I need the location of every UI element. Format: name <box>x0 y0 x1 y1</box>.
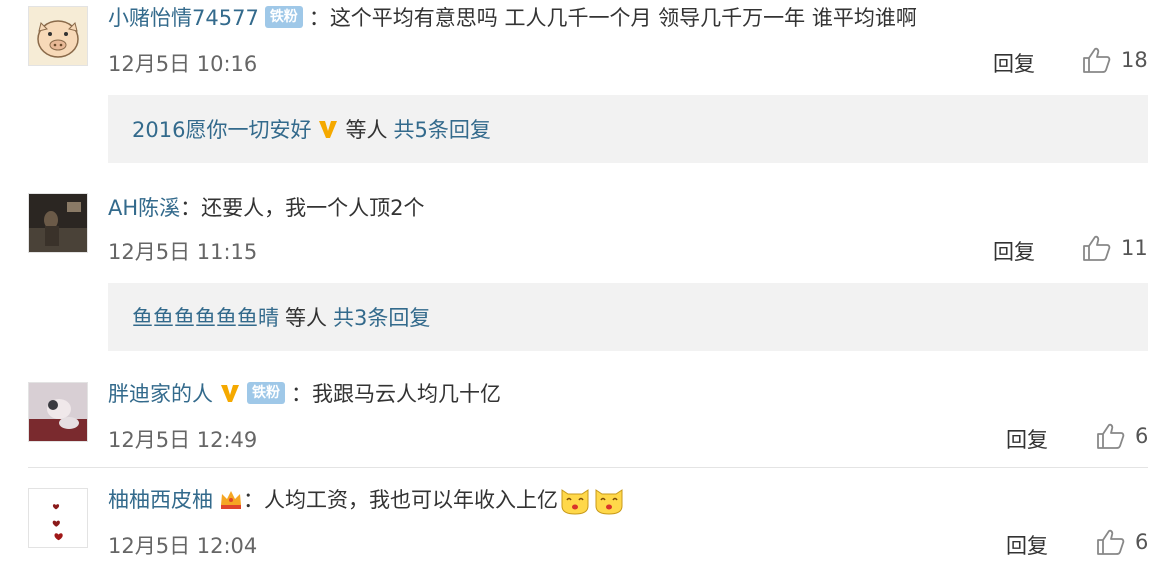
reply-button[interactable]: 回复 <box>1006 530 1048 560</box>
like-button[interactable]: 11 <box>1081 234 1148 262</box>
username[interactable]: 柚柚西皮柚 <box>108 484 213 514</box>
like-count: 11 <box>1121 236 1148 260</box>
timestamp: 12月5日 10:16 <box>108 52 258 76</box>
photo-avatar-icon <box>29 194 87 252</box>
thumbs-up-icon <box>1083 47 1111 73</box>
colon: ： <box>291 382 312 406</box>
reply-button[interactable]: 回复 <box>993 236 1035 266</box>
cat-face-emoji <box>595 489 623 515</box>
comment-line: AH陈溪 ： 还要人，我一个人顶2个 <box>108 190 425 224</box>
timestamp: 12月5日 12:49 <box>108 428 258 452</box>
hearts-avatar-icon <box>29 489 87 547</box>
fan-badge[interactable]: 铁粉 <box>264 6 303 28</box>
comment-text: 人均工资，我也可以年收入上亿 <box>264 488 558 512</box>
divider <box>28 467 1148 468</box>
cat-face-emoji <box>561 489 589 515</box>
thumbs-up-icon <box>1097 423 1125 449</box>
colon: ： <box>180 196 202 220</box>
thumbs-up-icon <box>1097 529 1125 555</box>
crown-icon <box>221 491 241 509</box>
comment-text: 还要人，我一个人顶2个 <box>201 196 425 220</box>
comment-line: 小赌怡情74577 铁粉 ： 这个平均有意思吗 工人几千一个月 领导几千万一年 … <box>108 0 917 34</box>
username[interactable]: AH陈溪 <box>108 192 180 222</box>
avatar[interactable] <box>28 6 88 66</box>
sub-reply-total[interactable]: 共3条回复 <box>333 302 430 332</box>
avatar[interactable] <box>28 382 88 442</box>
sub-reply-deng: 等人 <box>345 118 388 142</box>
comment-line: 胖迪家的人 铁粉 ： 我跟马云人均几十亿 <box>108 376 501 410</box>
sub-reply-deng: 等人 <box>285 306 327 330</box>
comment-text: 这个平均有意思吗 工人几千一个月 领导几千万一年 谁平均谁啊 <box>329 6 917 30</box>
colon: ： <box>308 6 330 30</box>
like-count: 6 <box>1135 424 1149 448</box>
like-count: 6 <box>1135 530 1149 554</box>
sub-reply-box[interactable]: 2016愿你一切安好 等人 共5条回复 <box>108 95 1148 163</box>
colon: ： <box>243 488 264 512</box>
comment-line: 柚柚西皮柚 ： 人均工资，我也可以年收入上亿 <box>108 482 626 516</box>
avatar[interactable] <box>28 488 88 548</box>
username[interactable]: 胖迪家的人 <box>108 378 213 408</box>
like-button[interactable]: 18 <box>1081 46 1148 74</box>
thumbs-up-icon <box>1083 235 1111 261</box>
like-button[interactable]: 6 <box>1095 422 1148 450</box>
reply-button[interactable]: 回复 <box>993 48 1035 78</box>
fan-badge[interactable]: 铁粉 <box>247 382 285 404</box>
sub-reply-total[interactable]: 共5条回复 <box>393 114 490 144</box>
timestamp: 12月5日 11:15 <box>108 240 258 264</box>
like-count: 18 <box>1121 48 1148 72</box>
comment-text: 我跟马云人均几十亿 <box>312 382 501 406</box>
vip-v-icon <box>221 385 239 402</box>
timestamp: 12月5日 12:04 <box>108 534 258 558</box>
like-button[interactable]: 6 <box>1095 528 1148 556</box>
photo-avatar-icon <box>29 383 87 441</box>
sub-reply-user[interactable]: 鱼鱼鱼鱼鱼鱼晴 <box>132 302 279 332</box>
reply-button[interactable]: 回复 <box>1006 424 1048 454</box>
sub-reply-box[interactable]: 鱼鱼鱼鱼鱼鱼晴 等人 共3条回复 <box>108 283 1148 351</box>
sub-reply-user[interactable]: 2016愿你一切安好 <box>132 114 311 144</box>
pig-avatar-icon <box>29 7 87 65</box>
avatar[interactable] <box>28 193 88 253</box>
vip-v-icon <box>319 121 338 138</box>
username[interactable]: 小赌怡情74577 <box>108 2 259 32</box>
